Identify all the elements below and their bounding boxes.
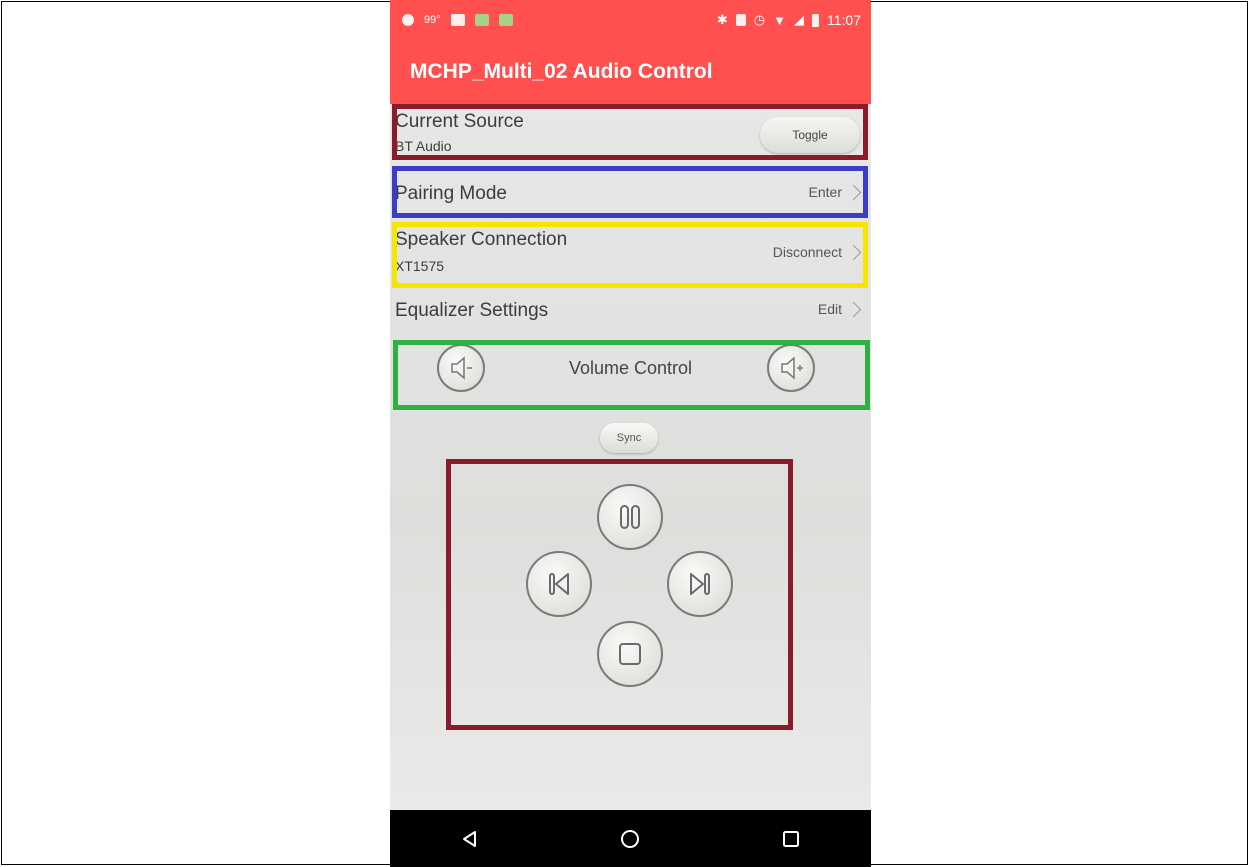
pause-icon bbox=[620, 505, 640, 529]
app-bar: MCHP_Multi_02 Audio Control bbox=[390, 40, 871, 104]
previous-icon bbox=[549, 573, 569, 595]
back-icon[interactable] bbox=[458, 827, 482, 851]
next-icon bbox=[690, 573, 710, 595]
clock: 11:07 bbox=[827, 12, 861, 28]
stop-button[interactable] bbox=[597, 621, 663, 687]
pairing-mode-highlight bbox=[392, 166, 868, 218]
temperature-text: 99° bbox=[424, 14, 441, 26]
volume-highlight bbox=[393, 340, 870, 410]
chevron-right-icon bbox=[845, 301, 862, 317]
status-bar: 99° ✱ ◷ ▼ ◢ 11:07 bbox=[390, 0, 871, 40]
app-icon bbox=[402, 14, 414, 26]
battery-icon bbox=[812, 13, 819, 27]
book-icon bbox=[474, 14, 489, 26]
signal-icon: ◢ bbox=[794, 12, 804, 27]
next-button[interactable] bbox=[667, 551, 733, 617]
equalizer-row[interactable]: Equalizer Settings Edit bbox=[390, 292, 871, 336]
previous-button[interactable] bbox=[526, 551, 592, 617]
speaker-connection-highlight bbox=[392, 222, 868, 288]
app-title: MCHP_Multi_02 Audio Control bbox=[410, 60, 713, 83]
equalizer-action[interactable]: Edit bbox=[817, 301, 862, 317]
recents-icon[interactable] bbox=[779, 827, 803, 851]
bluetooth-icon: ✱ bbox=[716, 12, 728, 27]
home-icon[interactable] bbox=[618, 827, 642, 851]
navigation-bar bbox=[390, 810, 871, 867]
alarm-icon: ◷ bbox=[753, 12, 766, 27]
vibrate-icon bbox=[735, 14, 746, 26]
book-icon bbox=[498, 14, 513, 26]
current-source-highlight bbox=[392, 104, 868, 160]
phone-screen: 99° ✱ ◷ ▼ ◢ 11:07 MCHP_Multi_02 Audio Co… bbox=[390, 0, 871, 867]
sync-button[interactable]: Sync bbox=[600, 423, 658, 453]
equalizer-label: Equalizer Settings bbox=[395, 300, 549, 321]
stop-icon bbox=[619, 643, 641, 665]
image-icon bbox=[450, 14, 465, 26]
wifi-icon: ▼ bbox=[773, 12, 786, 28]
pause-button[interactable] bbox=[597, 484, 663, 550]
equalizer-action-label: Edit bbox=[817, 301, 842, 317]
